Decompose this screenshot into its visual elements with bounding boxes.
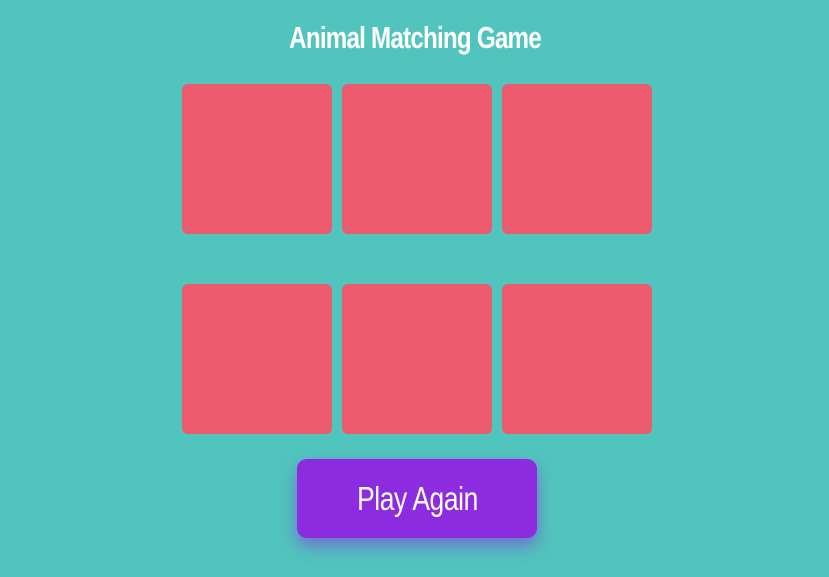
card-4[interactable] <box>182 284 332 434</box>
card-1[interactable] <box>182 84 332 234</box>
card-6[interactable] <box>502 284 652 434</box>
play-again-button[interactable]: Play Again <box>297 459 537 538</box>
card-5[interactable] <box>342 284 492 434</box>
card-3[interactable] <box>502 84 652 234</box>
card-2[interactable] <box>342 84 492 234</box>
play-again-label: Play Again <box>356 479 478 517</box>
game-title: Animal Matching Game <box>289 20 542 55</box>
